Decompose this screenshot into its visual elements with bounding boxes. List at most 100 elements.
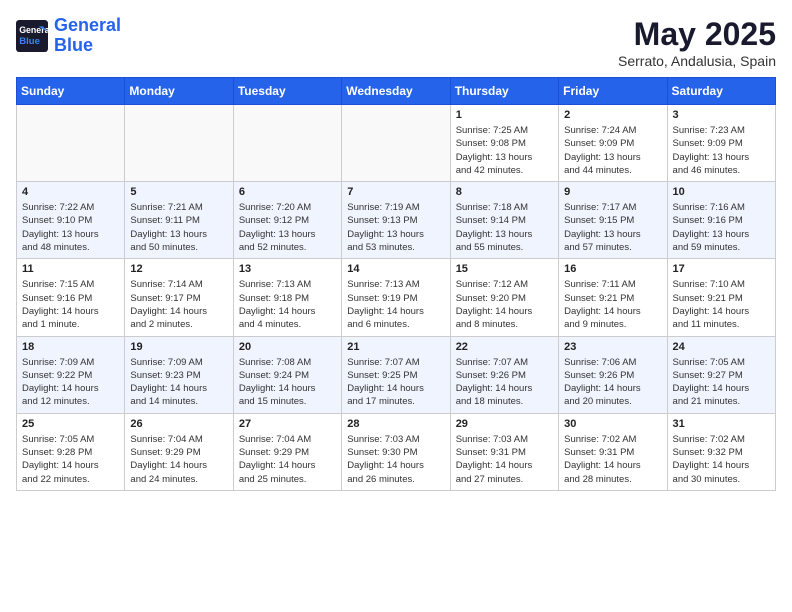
day-info: Sunrise: 7:21 AM Sunset: 9:11 PM Dayligh…	[130, 201, 227, 254]
weekday-header: Sunday	[17, 78, 125, 105]
calendar-cell: 18 Sunrise: 7:09 AM Sunset: 9:22 PM Dayli…	[17, 336, 125, 413]
day-info: Sunrise: 7:02 AM Sunset: 9:31 PM Dayligh…	[564, 433, 661, 486]
calendar-cell	[233, 105, 341, 182]
day-info: Sunrise: 7:18 AM Sunset: 9:14 PM Dayligh…	[456, 201, 553, 254]
calendar-cell: 19 Sunrise: 7:09 AM Sunset: 9:23 PM Dayli…	[125, 336, 233, 413]
weekday-header: Tuesday	[233, 78, 341, 105]
day-number: 23	[564, 341, 661, 353]
day-number: 15	[456, 263, 553, 275]
calendar-cell: 16 Sunrise: 7:11 AM Sunset: 9:21 PM Dayli…	[559, 259, 667, 336]
day-info: Sunrise: 7:09 AM Sunset: 9:22 PM Dayligh…	[22, 356, 119, 409]
day-number: 16	[564, 263, 661, 275]
day-number: 31	[673, 418, 770, 430]
calendar-cell: 12 Sunrise: 7:14 AM Sunset: 9:17 PM Dayli…	[125, 259, 233, 336]
day-number: 10	[673, 186, 770, 198]
day-number: 9	[564, 186, 661, 198]
calendar-cell: 20 Sunrise: 7:08 AM Sunset: 9:24 PM Dayli…	[233, 336, 341, 413]
day-info: Sunrise: 7:24 AM Sunset: 9:09 PM Dayligh…	[564, 124, 661, 177]
weekday-header: Wednesday	[342, 78, 450, 105]
calendar-cell: 22 Sunrise: 7:07 AM Sunset: 9:26 PM Dayli…	[450, 336, 558, 413]
day-number: 3	[673, 109, 770, 121]
day-info: Sunrise: 7:12 AM Sunset: 9:20 PM Dayligh…	[456, 278, 553, 331]
calendar-cell: 8 Sunrise: 7:18 AM Sunset: 9:14 PM Daylig…	[450, 182, 558, 259]
calendar-cell: 31 Sunrise: 7:02 AM Sunset: 9:32 PM Dayli…	[667, 413, 775, 490]
calendar-cell: 30 Sunrise: 7:02 AM Sunset: 9:31 PM Dayli…	[559, 413, 667, 490]
location: Serrato, Andalusia, Spain	[618, 53, 776, 69]
calendar-cell: 6 Sunrise: 7:20 AM Sunset: 9:12 PM Daylig…	[233, 182, 341, 259]
day-number: 21	[347, 341, 444, 353]
day-info: Sunrise: 7:25 AM Sunset: 9:08 PM Dayligh…	[456, 124, 553, 177]
weekday-header: Saturday	[667, 78, 775, 105]
calendar-cell: 11Sunrise: 7:15 AM Sunset: 9:16 PM Dayli…	[17, 259, 125, 336]
calendar-cell: 10 Sunrise: 7:16 AM Sunset: 9:16 PM Dayli…	[667, 182, 775, 259]
weekday-header: Thursday	[450, 78, 558, 105]
calendar-cell	[17, 105, 125, 182]
calendar-cell: 14 Sunrise: 7:13 AM Sunset: 9:19 PM Dayli…	[342, 259, 450, 336]
day-number: 20	[239, 341, 336, 353]
calendar-week-row: 25 Sunrise: 7:05 AM Sunset: 9:28 PM Dayli…	[17, 413, 776, 490]
day-info: Sunrise: 7:19 AM Sunset: 9:13 PM Dayligh…	[347, 201, 444, 254]
day-number: 2	[564, 109, 661, 121]
day-info: Sunrise: 7:04 AM Sunset: 9:29 PM Dayligh…	[239, 433, 336, 486]
day-number: 28	[347, 418, 444, 430]
day-number: 26	[130, 418, 227, 430]
calendar-cell: 21 Sunrise: 7:07 AM Sunset: 9:25 PM Dayli…	[342, 336, 450, 413]
svg-text:Blue: Blue	[19, 36, 40, 47]
day-info: Sunrise: 7:14 AM Sunset: 9:17 PM Dayligh…	[130, 278, 227, 331]
calendar-cell: 23 Sunrise: 7:06 AM Sunset: 9:26 PM Dayli…	[559, 336, 667, 413]
day-info: Sunrise: 7:04 AM Sunset: 9:29 PM Dayligh…	[130, 433, 227, 486]
calendar-cell: 25 Sunrise: 7:05 AM Sunset: 9:28 PM Dayli…	[17, 413, 125, 490]
weekday-header: Friday	[559, 78, 667, 105]
day-info: Sunrise: 7:02 AM Sunset: 9:32 PM Dayligh…	[673, 433, 770, 486]
calendar-cell: 13Sunrise: 7:13 AM Sunset: 9:18 PM Dayli…	[233, 259, 341, 336]
day-info: Sunrise: 7:05 AM Sunset: 9:28 PM Dayligh…	[22, 433, 119, 486]
day-number: 14	[347, 263, 444, 275]
day-info: Sunrise: 7:10 AM Sunset: 9:21 PM Dayligh…	[673, 278, 770, 331]
day-info: Sunrise: 7:07 AM Sunset: 9:25 PM Dayligh…	[347, 356, 444, 409]
day-info: Sunrise: 7:16 AM Sunset: 9:16 PM Dayligh…	[673, 201, 770, 254]
calendar-cell: 24Sunrise: 7:05 AM Sunset: 9:27 PM Dayli…	[667, 336, 775, 413]
day-number: 6	[239, 186, 336, 198]
day-number: 13	[239, 263, 336, 275]
weekday-header: Monday	[125, 78, 233, 105]
calendar-cell: 1 Sunrise: 7:25 AM Sunset: 9:08 PM Daylig…	[450, 105, 558, 182]
day-number: 30	[564, 418, 661, 430]
calendar-week-row: 18 Sunrise: 7:09 AM Sunset: 9:22 PM Dayli…	[17, 336, 776, 413]
day-number: 25	[22, 418, 119, 430]
calendar-cell	[342, 105, 450, 182]
day-info: Sunrise: 7:06 AM Sunset: 9:26 PM Dayligh…	[564, 356, 661, 409]
day-number: 5	[130, 186, 227, 198]
day-info: Sunrise: 7:22 AM Sunset: 9:10 PM Dayligh…	[22, 201, 119, 254]
day-number: 18	[22, 341, 119, 353]
page-header: General Blue General Blue May 2025 Serra…	[16, 16, 776, 69]
calendar-week-row: 4 Sunrise: 7:22 AM Sunset: 9:10 PM Daylig…	[17, 182, 776, 259]
logo-icon: General Blue	[16, 20, 48, 52]
calendar-cell: 9Sunrise: 7:17 AM Sunset: 9:15 PM Daylig…	[559, 182, 667, 259]
day-number: 17	[673, 263, 770, 275]
calendar-cell: 29Sunrise: 7:03 AM Sunset: 9:31 PM Dayli…	[450, 413, 558, 490]
svg-text:General: General	[19, 25, 48, 35]
day-number: 27	[239, 418, 336, 430]
day-number: 1	[456, 109, 553, 121]
day-info: Sunrise: 7:20 AM Sunset: 9:12 PM Dayligh…	[239, 201, 336, 254]
day-number: 19	[130, 341, 227, 353]
month-year: May 2025	[618, 16, 776, 53]
day-info: Sunrise: 7:07 AM Sunset: 9:26 PM Dayligh…	[456, 356, 553, 409]
calendar-week-row: 11Sunrise: 7:15 AM Sunset: 9:16 PM Dayli…	[17, 259, 776, 336]
weekday-header-row: SundayMondayTuesdayWednesdayThursdayFrid…	[17, 78, 776, 105]
day-number: 7	[347, 186, 444, 198]
day-number: 4	[22, 186, 119, 198]
day-info: Sunrise: 7:03 AM Sunset: 9:30 PM Dayligh…	[347, 433, 444, 486]
day-number: 29	[456, 418, 553, 430]
calendar-cell: 7 Sunrise: 7:19 AM Sunset: 9:13 PM Daylig…	[342, 182, 450, 259]
day-number: 8	[456, 186, 553, 198]
calendar-cell: 3Sunrise: 7:23 AM Sunset: 9:09 PM Daylig…	[667, 105, 775, 182]
day-info: Sunrise: 7:11 AM Sunset: 9:21 PM Dayligh…	[564, 278, 661, 331]
day-info: Sunrise: 7:13 AM Sunset: 9:19 PM Dayligh…	[347, 278, 444, 331]
day-info: Sunrise: 7:08 AM Sunset: 9:24 PM Dayligh…	[239, 356, 336, 409]
calendar-cell: 5 Sunrise: 7:21 AM Sunset: 9:11 PM Daylig…	[125, 182, 233, 259]
day-number: 22	[456, 341, 553, 353]
calendar-cell: 17 Sunrise: 7:10 AM Sunset: 9:21 PM Dayli…	[667, 259, 775, 336]
day-info: Sunrise: 7:09 AM Sunset: 9:23 PM Dayligh…	[130, 356, 227, 409]
day-number: 12	[130, 263, 227, 275]
